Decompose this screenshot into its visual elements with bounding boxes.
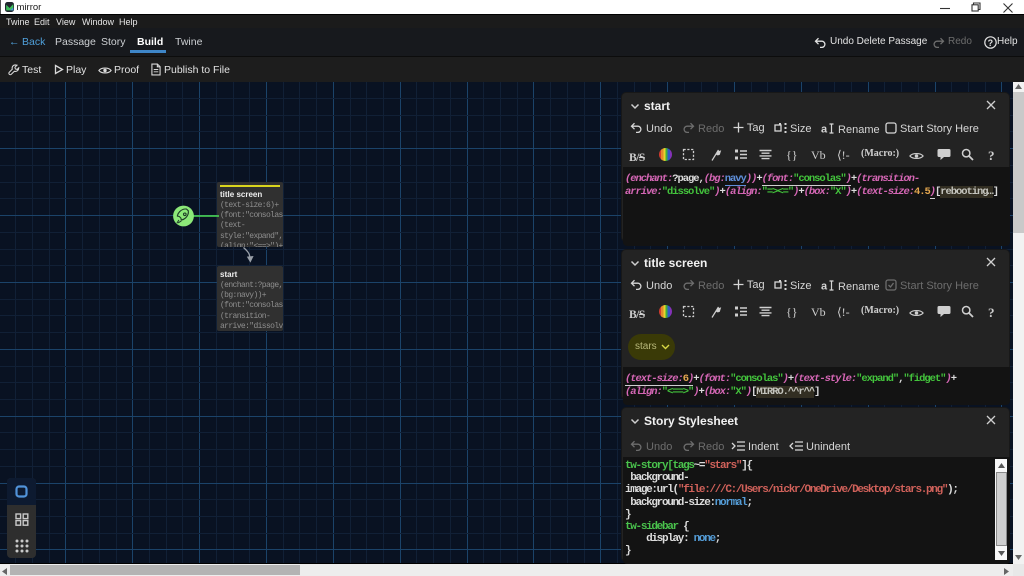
svg-text:a: a	[821, 124, 828, 136]
svg-text:?: ?	[988, 38, 994, 48]
svg-text:a: a	[821, 281, 828, 293]
